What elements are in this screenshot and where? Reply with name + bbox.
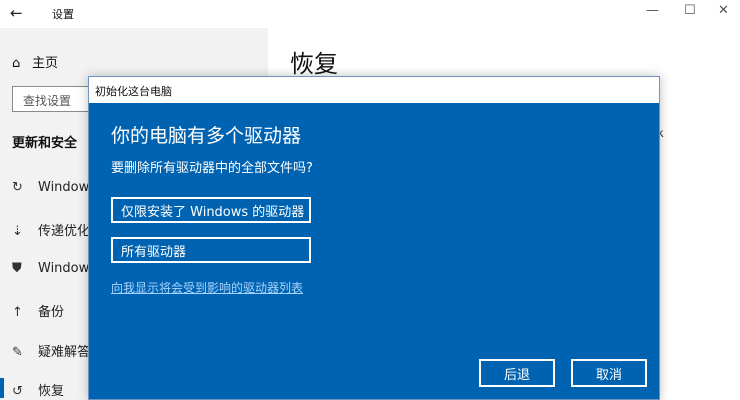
cancel-button[interactable]: 取消: [571, 359, 647, 387]
shield-icon: ⛊: [12, 261, 22, 276]
minimize-icon[interactable]: —: [646, 3, 659, 18]
sidebar-item-windows-security[interactable]: ⛊ Windows: [12, 261, 88, 281]
show-affected-drives-link[interactable]: 向我显示将会受到影响的驱动器列表: [111, 279, 303, 296]
settings-titlebar: ← 设置 — ☐ ✕: [0, 0, 740, 28]
delivery-icon: ⇣: [12, 224, 23, 239]
sidebar-item-recovery[interactable]: ↺ 恢复: [12, 380, 88, 400]
sidebar-item-label: 备份: [38, 305, 65, 320]
wrench-icon: ✎: [12, 345, 23, 360]
sidebar-item-label: Windows: [38, 261, 88, 276]
dialog-heading: 你的电脑有多个驱动器: [111, 125, 302, 147]
home-icon: ⌂: [12, 56, 21, 71]
sidebar-item-home[interactable]: ⌂ 主页: [12, 52, 58, 71]
search-input[interactable]: 查找设置: [12, 86, 92, 112]
backup-icon: ↑: [12, 305, 23, 320]
maximize-icon[interactable]: ☐: [684, 3, 696, 18]
sidebar-item-label: 恢复: [38, 384, 65, 399]
page-title: 恢复: [290, 50, 338, 78]
active-indicator: [0, 378, 4, 398]
dialog-titlebar: 初始化这台电脑: [89, 77, 659, 103]
recovery-icon: ↺: [12, 384, 23, 399]
sidebar-item-troubleshoot[interactable]: ✎ 疑难解答: [12, 341, 88, 361]
sidebar-item-windows-update[interactable]: ↻ Windows: [12, 180, 88, 200]
sidebar-item-label: 传递优化: [38, 224, 88, 239]
sidebar-item-backup[interactable]: ↑ 备份: [12, 301, 88, 321]
sidebar-item-label: Windows: [38, 180, 88, 195]
dialog-title: 初始化这台电脑: [95, 85, 172, 98]
home-label: 主页: [32, 56, 59, 71]
all-drives-button[interactable]: 所有驱动器: [111, 237, 311, 263]
window-title: 设置: [52, 8, 74, 21]
sidebar-item-delivery-optimization[interactable]: ⇣ 传递优化: [12, 220, 88, 240]
sidebar-item-label: 疑难解答: [38, 345, 88, 360]
refresh-icon: ↻: [12, 180, 23, 195]
reset-pc-dialog: 初始化这台电脑 你的电脑有多个驱动器 要删除所有驱动器中的全部文件吗? 仅限安装…: [88, 76, 660, 400]
close-icon[interactable]: ✕: [718, 3, 729, 18]
section-title: 更新和安全: [12, 136, 78, 151]
back-button[interactable]: 后退: [479, 359, 555, 387]
back-arrow-icon[interactable]: ←: [10, 4, 23, 22]
only-windows-drive-button[interactable]: 仅限安装了 Windows 的驱动器: [111, 197, 311, 223]
dialog-question: 要删除所有驱动器中的全部文件吗?: [111, 161, 313, 176]
